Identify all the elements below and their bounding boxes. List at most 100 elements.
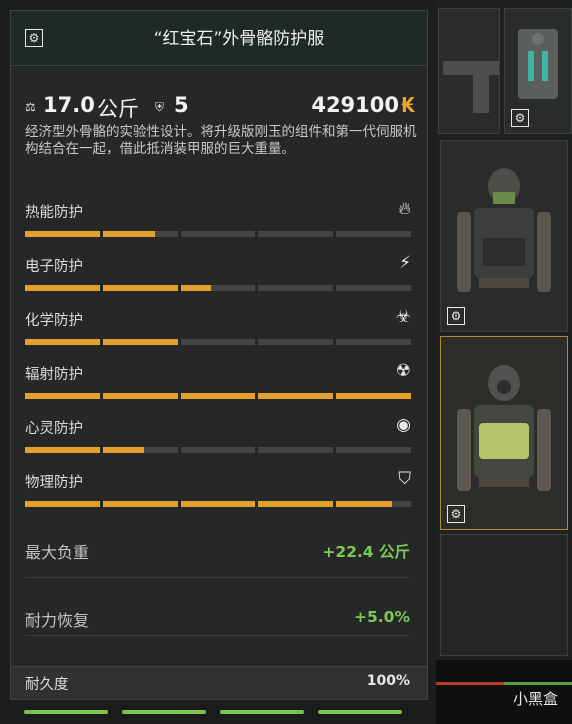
divider bbox=[25, 577, 409, 578]
durability-segment bbox=[318, 710, 402, 714]
armor-class-icon: ⛨ bbox=[155, 100, 165, 114]
protection-label: 物理防护 bbox=[25, 475, 83, 491]
bonus-label-stamina-regen: 耐力恢复 bbox=[25, 611, 90, 630]
protection-bar-fill bbox=[102, 447, 144, 453]
rifle-grip-image bbox=[473, 73, 489, 113]
inventory-slot-backpack[interactable]: ⚙ bbox=[504, 8, 572, 134]
bonus-value-max-weight: +22.4 公斤 bbox=[322, 543, 410, 561]
protection-bar-segment bbox=[336, 447, 411, 453]
protection-row: 心灵防护 ◉ bbox=[25, 415, 411, 461]
protection-bar bbox=[25, 231, 411, 237]
protection-bar-segment bbox=[180, 447, 256, 453]
gear-icon[interactable]: ⚙ bbox=[447, 307, 465, 325]
protection-bar-fill bbox=[258, 393, 334, 399]
shield-icon: ⛉ bbox=[398, 469, 411, 489]
protection-bar-segment bbox=[102, 231, 178, 237]
protection-bar-fill bbox=[180, 393, 256, 399]
durability-label: 耐久度 bbox=[25, 677, 69, 693]
protection-bar-fill bbox=[336, 501, 393, 507]
weight-icon: ⚖ bbox=[25, 100, 36, 114]
durability-segment bbox=[122, 710, 206, 714]
protection-row: 辐射防护 ☢︎ bbox=[25, 361, 411, 407]
inventory-slot-empty[interactable] bbox=[440, 534, 568, 656]
price-value: 429100 bbox=[311, 93, 399, 117]
protection-bar-fill bbox=[25, 285, 100, 291]
protection-bar-segment bbox=[102, 339, 178, 345]
protection-bar-segment bbox=[102, 285, 178, 291]
weight-value: 17.0 bbox=[43, 93, 95, 117]
protection-bar-fill bbox=[180, 285, 211, 291]
protection-bar bbox=[25, 393, 411, 399]
fire-icon: 🔥︎ bbox=[398, 199, 411, 219]
inventory-grid: ⚙ ⚙ ⚙ bbox=[436, 0, 572, 724]
protection-bar-fill bbox=[102, 285, 178, 291]
protection-bar-segment bbox=[336, 231, 411, 237]
protection-bar-fill bbox=[180, 501, 256, 507]
protection-bar-fill bbox=[258, 501, 334, 507]
watermark-text: 小黑盒 bbox=[512, 690, 558, 708]
divider bbox=[25, 635, 409, 636]
protection-bar-segment bbox=[25, 393, 100, 399]
protection-bar-segment bbox=[180, 231, 256, 237]
protection-bar-segment bbox=[258, 393, 334, 399]
protection-bar-fill bbox=[25, 231, 100, 237]
protection-label: 心灵防护 bbox=[25, 421, 83, 437]
tooltip-header: ⚙ “红宝石”外骨骼防护服 bbox=[11, 11, 427, 66]
durability-bar: 耐久度 100% bbox=[11, 666, 427, 699]
protection-bar bbox=[25, 501, 411, 507]
protection-bar-fill bbox=[102, 339, 178, 345]
gear-icon[interactable]: ⚙ bbox=[25, 29, 43, 47]
armor-class-value: 5 bbox=[174, 93, 189, 117]
biohazard-icon: ☣︎ bbox=[395, 307, 411, 327]
durability-segment bbox=[24, 710, 108, 714]
gear-icon[interactable]: ⚙ bbox=[447, 505, 465, 523]
protection-bar-fill bbox=[102, 231, 156, 237]
protection-row: 电子防护 ⚡︎ bbox=[25, 253, 411, 299]
protection-label: 电子防护 bbox=[25, 259, 83, 275]
protection-bar-segment bbox=[180, 393, 256, 399]
inventory-slot-armor[interactable]: ⚙ bbox=[440, 140, 568, 332]
protection-label: 热能防护 bbox=[25, 205, 83, 221]
protection-bar-fill bbox=[102, 501, 178, 507]
inventory-slot-weapon[interactable] bbox=[438, 8, 500, 134]
protection-bar-segment bbox=[336, 339, 411, 345]
protection-bar-segment bbox=[102, 501, 178, 507]
protection-bar-segment bbox=[180, 339, 256, 345]
protection-bar-segment bbox=[25, 231, 100, 237]
protection-bar-segment bbox=[102, 447, 178, 453]
status-line-green bbox=[504, 682, 572, 685]
radiation-icon: ☢︎ bbox=[395, 361, 411, 381]
protection-row: 热能防护 🔥︎ bbox=[25, 199, 411, 245]
protection-bar-segment bbox=[258, 285, 334, 291]
protection-bar-segment bbox=[258, 339, 334, 345]
rifle-stock-image bbox=[443, 61, 499, 75]
protection-bar-segment bbox=[102, 393, 178, 399]
durability-indicator-strip bbox=[10, 706, 428, 718]
protection-bar-segment bbox=[258, 447, 334, 453]
weight-unit: 公斤 bbox=[97, 97, 139, 121]
status-line-red bbox=[436, 682, 504, 685]
bonus-value-stamina-regen: +5.0% bbox=[354, 608, 410, 626]
protection-bar-fill bbox=[102, 393, 178, 399]
protection-bar-segment bbox=[258, 501, 334, 507]
item-title: “红宝石”外骨骼防护服 bbox=[153, 29, 325, 49]
inventory-slot-armor-selected[interactable]: ⚙ bbox=[440, 336, 568, 530]
protection-bar bbox=[25, 447, 411, 453]
protection-bar-segment bbox=[336, 285, 411, 291]
exoskeleton-suit-image bbox=[457, 168, 551, 292]
lightning-icon: ⚡︎ bbox=[399, 253, 411, 273]
gear-icon[interactable]: ⚙ bbox=[511, 109, 529, 127]
protection-row: 物理防护 ⛉ bbox=[25, 469, 411, 515]
psy-icon: ◉ bbox=[396, 415, 411, 435]
protection-bar-fill bbox=[25, 447, 100, 453]
durability-segment bbox=[220, 710, 304, 714]
protection-label: 化学防护 bbox=[25, 313, 83, 329]
protection-row: 化学防护 ☣︎ bbox=[25, 307, 411, 353]
protection-bar-segment bbox=[336, 393, 411, 399]
item-description: 经济型外骨骼的实验性设计。将升级版刚玉的组件和第一代伺服机构结合在一起，借此抵消… bbox=[25, 124, 417, 157]
durability-value: 100% bbox=[366, 673, 410, 689]
item-tooltip: ⚙ “红宝石”外骨骼防护服 ⚖ 17.0 公斤 ⛨ 5 429100 ₭ 经济型… bbox=[10, 10, 428, 700]
protection-bar bbox=[25, 339, 411, 345]
protection-bar-fill bbox=[25, 501, 100, 507]
protection-bar-segment bbox=[258, 231, 334, 237]
